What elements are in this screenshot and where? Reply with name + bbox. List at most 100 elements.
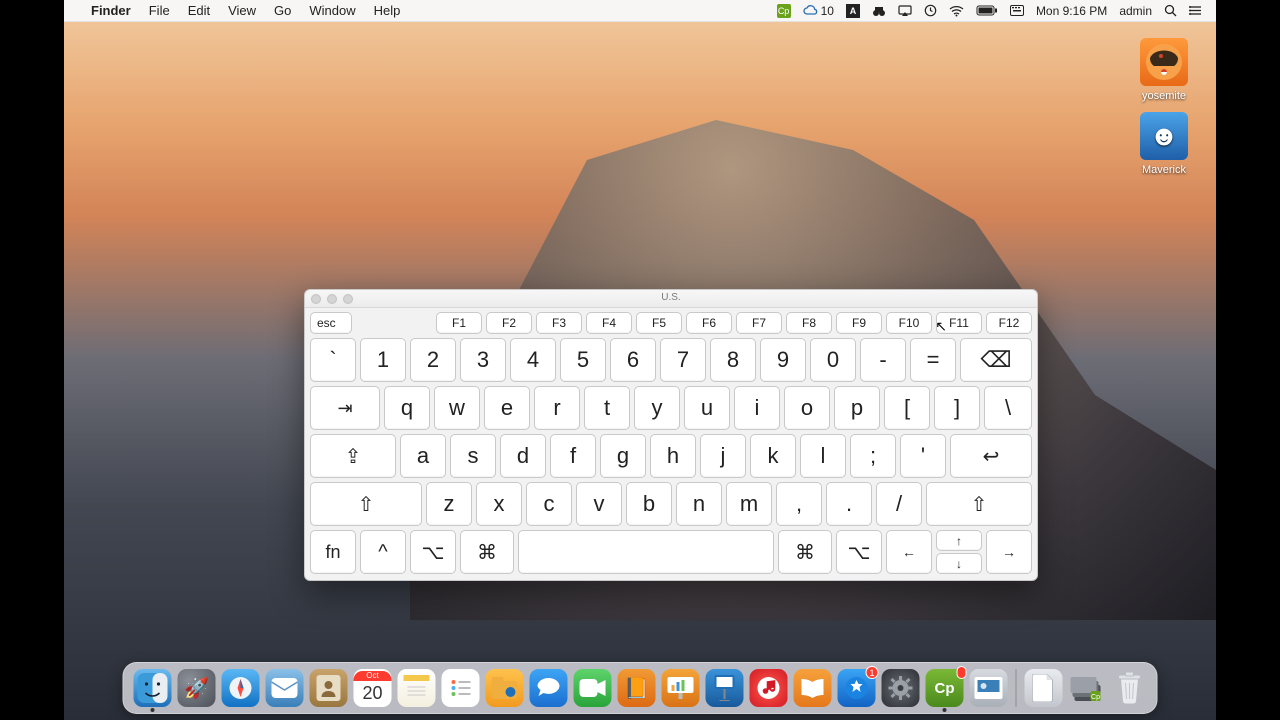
key-arrow-right[interactable]: → [986, 530, 1032, 574]
key-q[interactable]: q [384, 386, 430, 430]
key-tab[interactable]: ⇥ [310, 386, 380, 430]
key-4[interactable]: 4 [510, 338, 556, 382]
key-9[interactable]: 9 [760, 338, 806, 382]
status-input-source-icon[interactable] [1004, 5, 1030, 16]
menu-file[interactable]: File [140, 3, 179, 18]
menu-go[interactable]: Go [265, 3, 300, 18]
dock-ibooks-icon[interactable] [794, 669, 832, 707]
dock-folder-app-icon[interactable] [486, 669, 524, 707]
status-battery-icon[interactable] [970, 5, 1004, 16]
key-f10[interactable]: F10 [886, 312, 932, 334]
dock-facetime-icon[interactable] [574, 669, 612, 707]
key-e[interactable]: e [484, 386, 530, 430]
key-minus[interactable]: - [860, 338, 906, 382]
key-f9[interactable]: F9 [836, 312, 882, 334]
key-k[interactable]: k [750, 434, 796, 478]
key-arrow-up[interactable]: ↑ [936, 530, 982, 551]
key-f3[interactable]: F3 [536, 312, 582, 334]
key-f7[interactable]: F7 [736, 312, 782, 334]
window-titlebar[interactable]: U.S. [305, 290, 1037, 308]
key-7[interactable]: 7 [660, 338, 706, 382]
menu-window[interactable]: Window [300, 3, 364, 18]
status-adobe-icon[interactable]: A [840, 4, 866, 18]
menubar-clock[interactable]: Mon 9:16 PM [1030, 4, 1113, 18]
key-backtick[interactable]: ` [310, 338, 356, 382]
key-f1[interactable]: F1 [436, 312, 482, 334]
dock-stack-icon[interactable]: Cp [1069, 669, 1107, 707]
key-s[interactable]: s [450, 434, 496, 478]
dock-itunes-icon[interactable] [750, 669, 788, 707]
key-shift-left[interactable]: ⇧ [310, 482, 422, 526]
key-c[interactable]: c [526, 482, 572, 526]
key-1[interactable]: 1 [360, 338, 406, 382]
key-y[interactable]: y [634, 386, 680, 430]
desktop-icon-maverick[interactable]: ☻ Maverick [1126, 112, 1202, 176]
dock-safari-icon[interactable] [222, 669, 260, 707]
key-space[interactable] [518, 530, 774, 574]
key-u[interactable]: u [684, 386, 730, 430]
key-f11[interactable]: F11 [936, 312, 982, 334]
dock-appstore-icon[interactable]: 1 [838, 669, 876, 707]
key-a[interactable]: a [400, 434, 446, 478]
notification-center-icon[interactable] [1183, 5, 1208, 16]
dock-presentation-icon[interactable] [662, 669, 700, 707]
key-arrow-left[interactable]: ← [886, 530, 932, 574]
menu-help[interactable]: Help [365, 3, 410, 18]
key-comma[interactable]: , [776, 482, 822, 526]
dock-ibooks-author-icon[interactable]: 📙 [618, 669, 656, 707]
key-f2[interactable]: F2 [486, 312, 532, 334]
key-m[interactable]: m [726, 482, 772, 526]
key-l[interactable]: l [800, 434, 846, 478]
dock-calendar-icon[interactable]: Oct 20 [354, 669, 392, 707]
key-backslash[interactable]: \ [984, 386, 1032, 430]
key-option-left[interactable]: ⌥ [410, 530, 456, 574]
dock-keynote-icon[interactable] [706, 669, 744, 707]
key-n[interactable]: n [676, 482, 722, 526]
dock-contacts-icon[interactable] [310, 669, 348, 707]
dock-captivate-icon[interactable]: Cp [926, 669, 964, 707]
key-i[interactable]: i [734, 386, 780, 430]
key-slash[interactable]: / [876, 482, 922, 526]
dock-finder-icon[interactable] [134, 669, 172, 707]
key-t[interactable]: t [584, 386, 630, 430]
key-period[interactable]: . [826, 482, 872, 526]
dock-messages-icon[interactable] [530, 669, 568, 707]
status-wifi-icon[interactable] [943, 5, 970, 17]
desktop-icon-yosemite[interactable]: yosemite [1126, 38, 1202, 102]
key-r[interactable]: r [534, 386, 580, 430]
key-2[interactable]: 2 [410, 338, 456, 382]
key-quote[interactable]: ' [900, 434, 946, 478]
key-f[interactable]: f [550, 434, 596, 478]
key-control[interactable]: ^ [360, 530, 406, 574]
menu-view[interactable]: View [219, 3, 265, 18]
spotlight-icon[interactable] [1158, 4, 1183, 17]
keyboard-viewer-window[interactable]: U.S. ↖ esc F1 F2 F3 F4 F5 F6 F7 F8 F9 F1… [304, 289, 1038, 581]
key-fn[interactable]: fn [310, 530, 356, 574]
key-v[interactable]: v [576, 482, 622, 526]
key-6[interactable]: 6 [610, 338, 656, 382]
key-0[interactable]: 0 [810, 338, 856, 382]
key-bracket-left[interactable]: [ [884, 386, 930, 430]
key-capslock[interactable]: ⇪ [310, 434, 396, 478]
key-g[interactable]: g [600, 434, 646, 478]
key-b[interactable]: b [626, 482, 672, 526]
status-icon-captivate[interactable]: Cp [771, 4, 797, 18]
key-command-left[interactable]: ⌘ [460, 530, 514, 574]
key-5[interactable]: 5 [560, 338, 606, 382]
key-backspace[interactable]: ⌫ [960, 338, 1032, 382]
dock-trash-icon[interactable] [1113, 669, 1147, 707]
status-airplay-icon[interactable] [892, 5, 918, 17]
key-bracket-right[interactable]: ] [934, 386, 980, 430]
key-d[interactable]: d [500, 434, 546, 478]
dock-preview-icon[interactable] [970, 669, 1008, 707]
dock-mail-icon[interactable] [266, 669, 304, 707]
key-f5[interactable]: F5 [636, 312, 682, 334]
key-return[interactable]: ↩ [950, 434, 1032, 478]
menu-edit[interactable]: Edit [179, 3, 219, 18]
key-f4[interactable]: F4 [586, 312, 632, 334]
key-f8[interactable]: F8 [786, 312, 832, 334]
key-equals[interactable]: = [910, 338, 956, 382]
key-esc[interactable]: esc [310, 312, 352, 334]
key-z[interactable]: z [426, 482, 472, 526]
key-o[interactable]: o [784, 386, 830, 430]
